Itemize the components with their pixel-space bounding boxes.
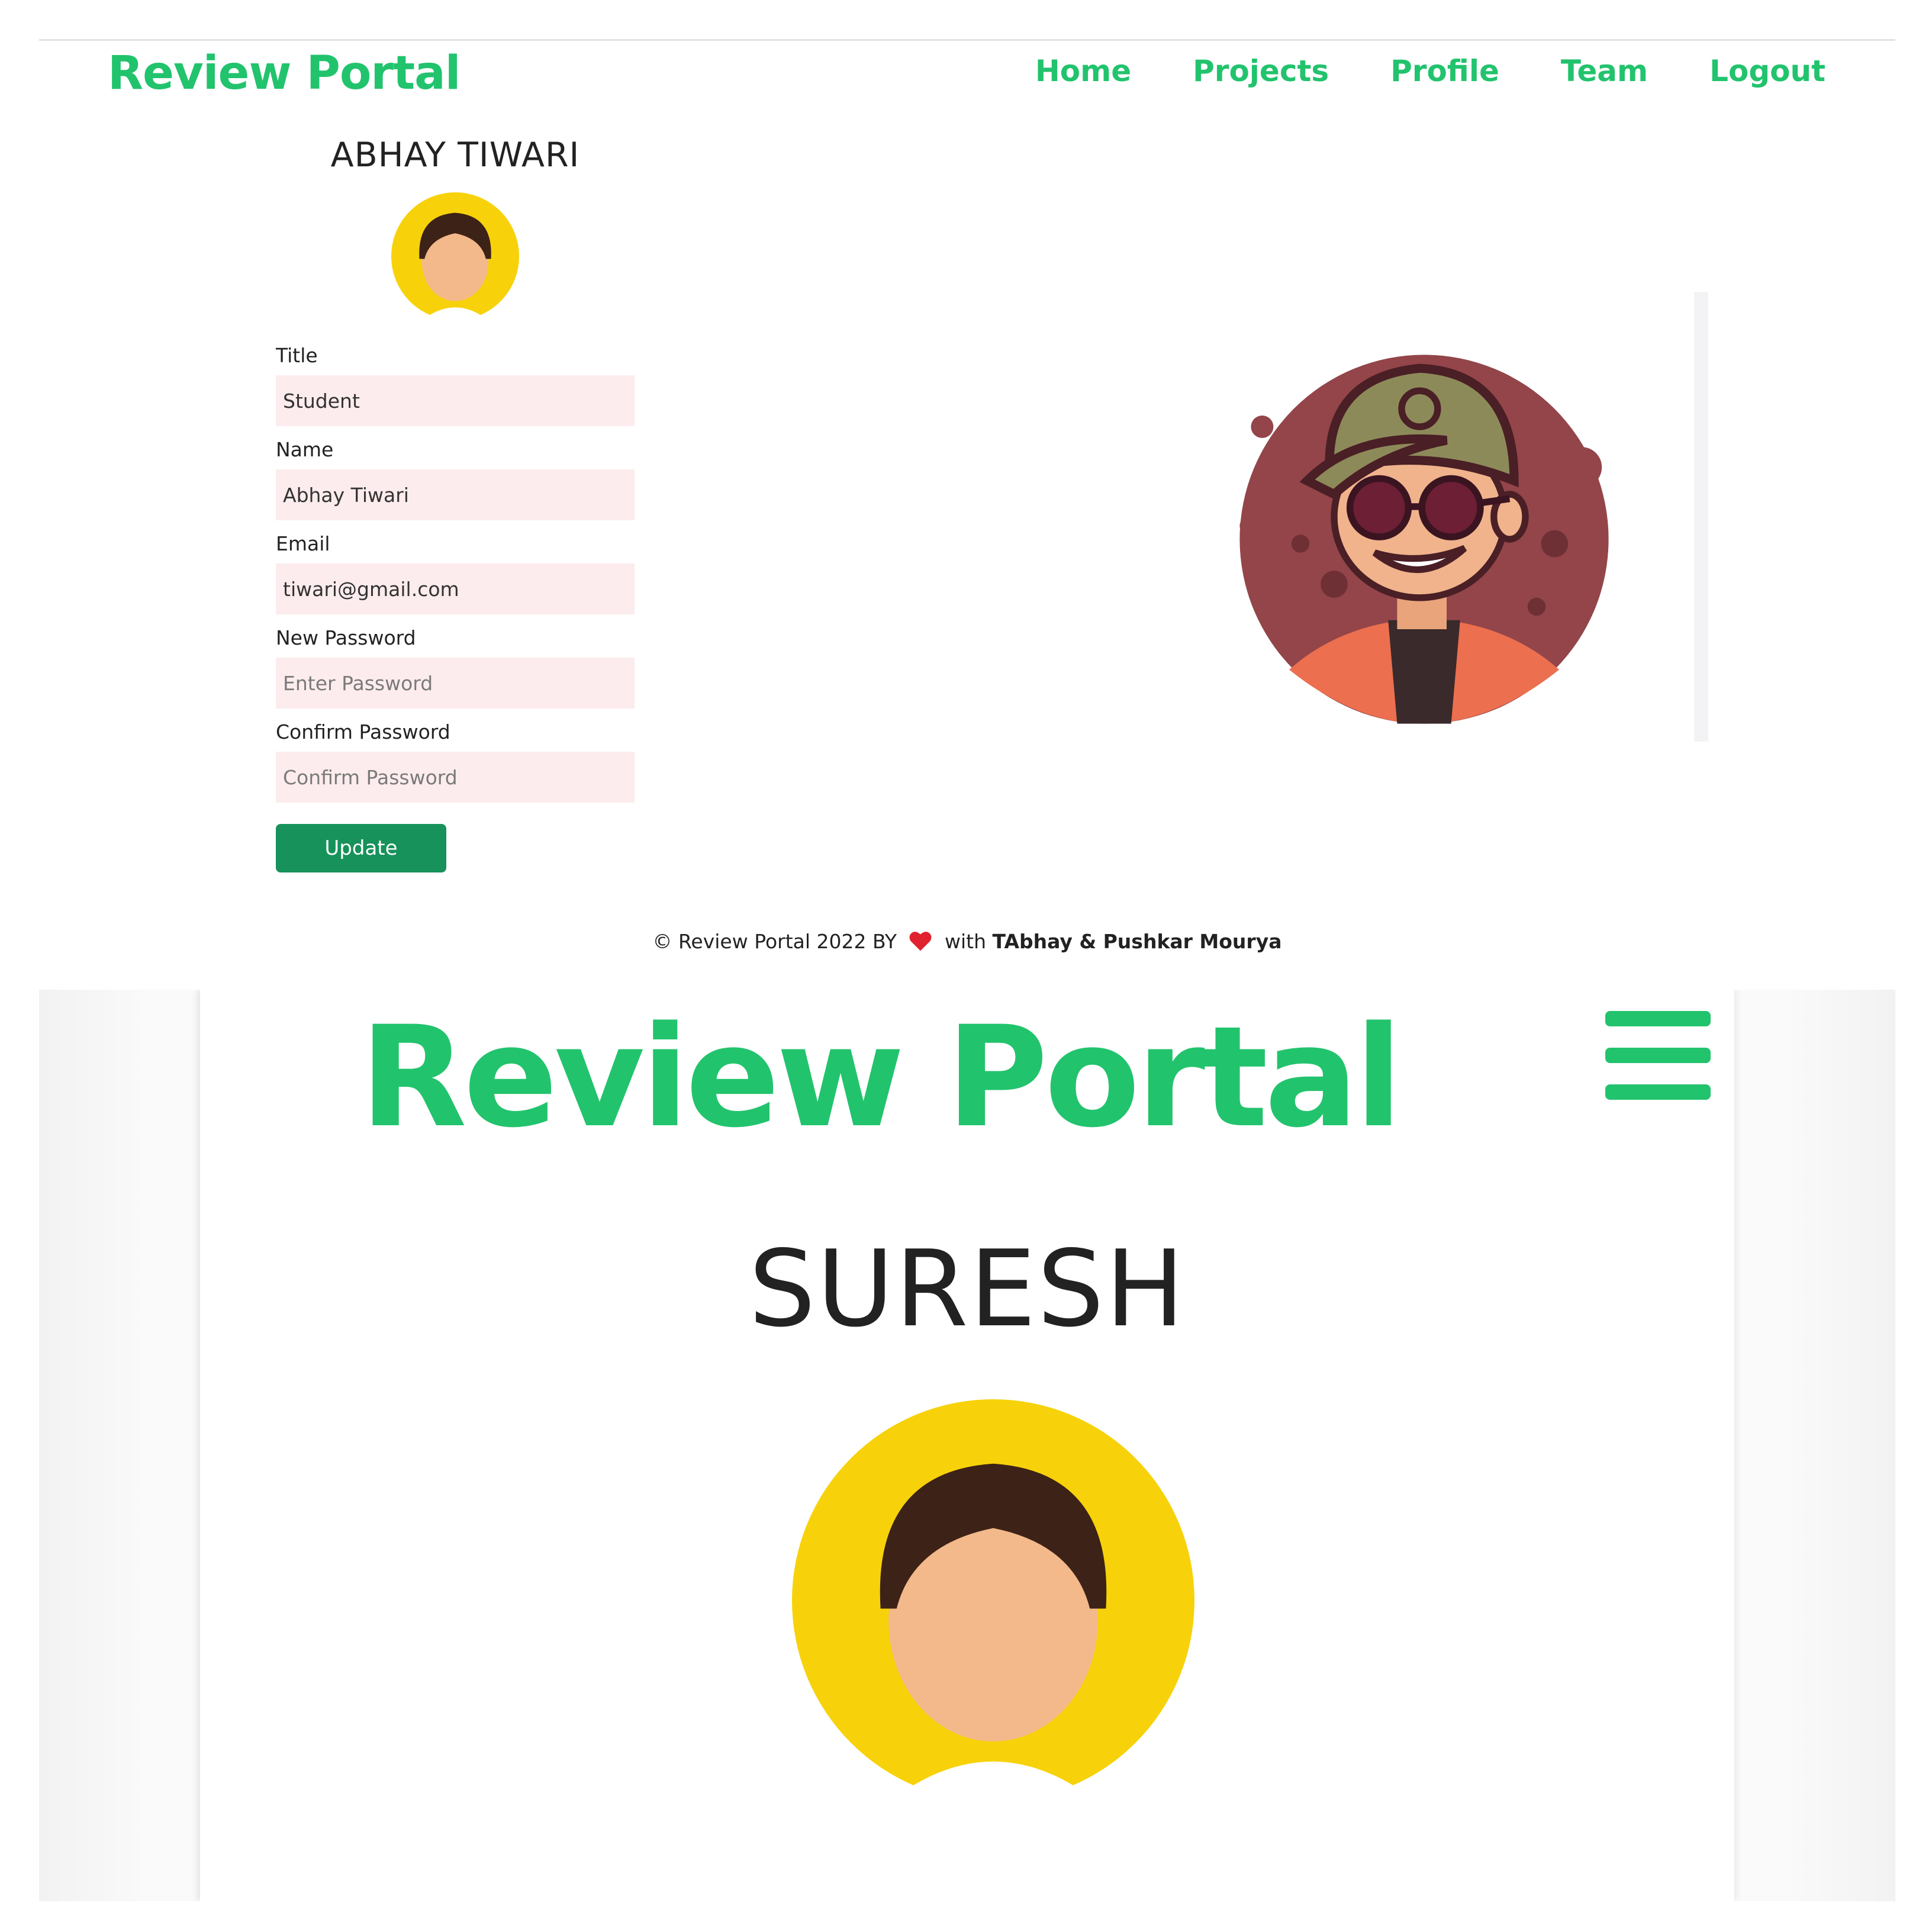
hamburger-bar: [1605, 1048, 1711, 1063]
update-button[interactable]: Update: [276, 824, 446, 872]
user-avatar-icon: [792, 1399, 1194, 1802]
cartoon-character-illustration: [1239, 355, 1609, 724]
footer-with: with: [944, 930, 986, 953]
name-input[interactable]: [276, 469, 635, 520]
hamburger-bar: [1605, 1011, 1711, 1026]
title-input[interactable]: [276, 375, 635, 426]
site-logo[interactable]: Review Portal: [108, 47, 461, 100]
email-input[interactable]: [276, 564, 635, 614]
hero-illustration-box: [1199, 292, 1708, 742]
mobile-page-content: Review Portal SURESH: [200, 990, 1734, 1901]
heart-icon: [910, 932, 932, 951]
nav-logout-link[interactable]: Logout: [1709, 54, 1825, 88]
footer-copyright: © Review Portal 2022 BY: [652, 930, 897, 953]
mobile-site-logo[interactable]: Review Portal: [360, 1001, 1402, 1155]
nav-profile-link[interactable]: Profile: [1390, 54, 1499, 88]
site-footer: © Review Portal 2022 BY with TAbhay & Pu…: [39, 930, 1895, 953]
title-label: Title: [276, 344, 318, 367]
nav-projects-link[interactable]: Projects: [1193, 54, 1329, 88]
name-label: Name: [276, 438, 334, 461]
new-password-field-group: New Password: [276, 626, 635, 709]
main-nav: Home Projects Profile Team Logout: [1035, 54, 1825, 88]
desktop-profile-page: Review Portal Home Projects Profile Team…: [39, 39, 1895, 968]
user-avatar-icon: [391, 192, 519, 320]
email-field-group: Email: [276, 532, 635, 614]
name-field-group: Name: [276, 438, 635, 520]
email-label: Email: [276, 532, 330, 555]
hamburger-bar: [1605, 1084, 1711, 1100]
profile-name-heading: ABHAY TIWARI: [330, 136, 580, 175]
hero-edge-strip: [1694, 292, 1708, 742]
mobile-profile-view: Review Portal SURESH: [39, 990, 1895, 1901]
hamburger-menu-icon[interactable]: [1605, 1011, 1711, 1100]
title-field-group: Title: [276, 344, 635, 426]
nav-team-link[interactable]: Team: [1561, 54, 1648, 88]
new-password-label: New Password: [276, 626, 416, 649]
confirm-password-field-group: Confirm Password: [276, 720, 635, 803]
nav-home-link[interactable]: Home: [1035, 54, 1131, 88]
new-password-input[interactable]: [276, 658, 635, 709]
confirm-password-label: Confirm Password: [276, 720, 450, 743]
mobile-profile-name-heading: SURESH: [748, 1228, 1186, 1350]
profile-form-column: ABHAY TIWARI Title Name Email New Passwo: [276, 136, 635, 872]
confirm-password-input[interactable]: [276, 752, 635, 803]
screenshot-canvas: Review Portal Home Projects Profile Team…: [0, 0, 1932, 1932]
footer-authors: TAbhay & Pushkar Mourya: [992, 930, 1282, 953]
